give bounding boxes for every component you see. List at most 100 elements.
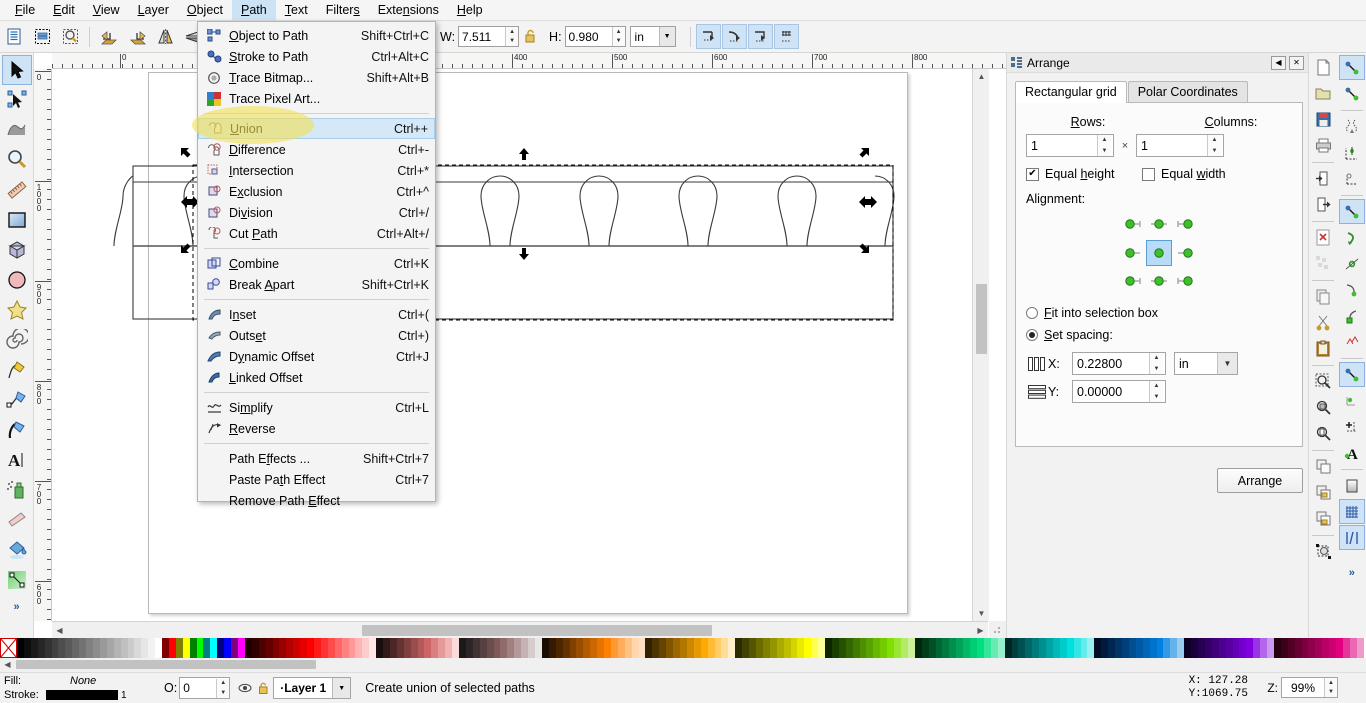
color-swatch[interactable] bbox=[286, 638, 294, 658]
color-swatch[interactable] bbox=[1329, 638, 1337, 658]
spray-objects-icon[interactable] bbox=[1339, 277, 1365, 302]
color-swatch[interactable] bbox=[362, 638, 370, 658]
color-swatch[interactable] bbox=[17, 638, 24, 658]
menu-edit[interactable]: Edit bbox=[44, 0, 84, 20]
columns-field[interactable]: ▲▼ bbox=[1136, 134, 1224, 157]
color-swatch[interactable] bbox=[1108, 638, 1116, 658]
color-swatch[interactable] bbox=[970, 638, 977, 658]
scroll-left-arrow[interactable]: ◀ bbox=[52, 623, 67, 638]
color-swatch[interactable] bbox=[721, 638, 729, 658]
menu-item-remove-path-effect[interactable]: Remove Path Effect bbox=[198, 490, 435, 511]
color-swatch[interactable] bbox=[652, 638, 660, 658]
color-swatch[interactable] bbox=[465, 638, 473, 658]
ungroup-icon[interactable] bbox=[1310, 506, 1336, 531]
color-swatch[interactable] bbox=[1032, 638, 1040, 658]
rows-spinner[interactable]: ▲ ▼ bbox=[1097, 135, 1111, 156]
color-swatch[interactable] bbox=[873, 638, 881, 658]
text-tool[interactable]: A bbox=[2, 445, 32, 475]
layer-lock-icon[interactable] bbox=[258, 682, 269, 695]
color-swatch[interactable] bbox=[997, 638, 1005, 658]
color-swatch[interactable] bbox=[1197, 638, 1205, 658]
align-top-left[interactable] bbox=[1120, 212, 1146, 238]
color-swatch[interactable] bbox=[86, 638, 93, 658]
zoom-input[interactable] bbox=[1282, 678, 1324, 697]
align-top-center[interactable] bbox=[1146, 212, 1172, 238]
color-swatch[interactable] bbox=[1184, 638, 1192, 658]
canvas-vertical-scrollbar[interactable]: ▲ ▼ bbox=[972, 69, 989, 621]
snap-paths-icon[interactable] bbox=[721, 24, 747, 49]
color-swatch[interactable] bbox=[541, 638, 549, 658]
color-swatch[interactable] bbox=[493, 638, 501, 658]
color-swatch[interactable] bbox=[1059, 638, 1067, 658]
color-swatch[interactable] bbox=[348, 638, 356, 658]
color-swatch[interactable] bbox=[265, 638, 273, 658]
paint-servers-icon[interactable] bbox=[1339, 329, 1365, 354]
color-swatch[interactable] bbox=[231, 638, 238, 658]
width-input[interactable] bbox=[459, 27, 506, 46]
color-swatch[interactable] bbox=[1225, 638, 1233, 658]
scroll-down-arrow[interactable]: ▼ bbox=[974, 606, 989, 621]
drawing-canvas[interactable] bbox=[53, 70, 1006, 621]
menu-item-path-effects[interactable]: Path Effects ... Shift+Ctrl+7 bbox=[198, 448, 435, 469]
color-swatch[interactable] bbox=[1211, 638, 1219, 658]
color-swatch[interactable] bbox=[742, 638, 750, 658]
spray-tool[interactable] bbox=[2, 475, 32, 505]
xml-editor-icon[interactable] bbox=[1339, 166, 1365, 191]
color-swatch[interactable] bbox=[852, 638, 860, 658]
tweak-tool[interactable] bbox=[2, 115, 32, 145]
color-swatch[interactable] bbox=[901, 638, 908, 658]
color-swatch[interactable] bbox=[327, 638, 335, 658]
color-swatch[interactable] bbox=[369, 638, 377, 658]
color-swatch[interactable] bbox=[680, 638, 687, 658]
color-swatch[interactable] bbox=[355, 638, 363, 658]
color-swatch[interactable] bbox=[866, 638, 874, 658]
objects-panel-icon[interactable] bbox=[1339, 414, 1365, 439]
pencil-tool[interactable] bbox=[2, 355, 32, 385]
color-swatch[interactable] bbox=[666, 638, 674, 658]
select-all-in-layers-icon[interactable] bbox=[29, 24, 55, 50]
cut-icon[interactable] bbox=[1310, 310, 1336, 335]
color-swatch[interactable] bbox=[72, 638, 80, 658]
path-dropdown-menu[interactable]: Object to Path Shift+Ctrl+C Stroke to Path… bbox=[197, 21, 436, 508]
color-swatch[interactable] bbox=[949, 638, 957, 658]
measure-tool[interactable] bbox=[2, 175, 32, 205]
color-swatch[interactable] bbox=[438, 638, 446, 658]
tab-polar-coordinates[interactable]: Polar Coordinates bbox=[1127, 81, 1248, 103]
color-swatch[interactable] bbox=[127, 638, 135, 658]
color-swatch[interactable] bbox=[1101, 638, 1109, 658]
color-swatch[interactable] bbox=[1204, 638, 1212, 658]
color-swatch[interactable] bbox=[313, 638, 321, 658]
close-icon[interactable]: ✕ bbox=[1289, 55, 1304, 70]
canvas-horizontal-scrollbar[interactable]: ◀ ▶ bbox=[52, 621, 988, 638]
menu-item-stroke-to-path[interactable]: Stroke to Path Ctrl+Alt+C bbox=[198, 46, 435, 67]
duplicate-icon[interactable] bbox=[1310, 454, 1336, 479]
color-swatch[interactable] bbox=[1087, 638, 1095, 658]
zoom-spinner[interactable]: ▲ ▼ bbox=[1324, 678, 1337, 697]
zoom-selection-icon[interactable] bbox=[1310, 369, 1336, 394]
eraser-tool[interactable] bbox=[2, 505, 32, 535]
color-swatch[interactable] bbox=[1356, 638, 1364, 658]
color-swatch[interactable] bbox=[707, 638, 715, 658]
zoom-page-icon[interactable] bbox=[1310, 421, 1336, 446]
color-swatch[interactable] bbox=[30, 638, 38, 658]
color-swatch[interactable] bbox=[424, 638, 432, 658]
layer-selector[interactable]: ·Layer 1 ▼ bbox=[273, 677, 352, 699]
palette-scrollbar[interactable]: ◀ bbox=[0, 658, 1366, 672]
color-swatch[interactable] bbox=[472, 638, 480, 658]
align-bottom-center[interactable] bbox=[1146, 268, 1172, 294]
color-swatch[interactable] bbox=[1260, 638, 1268, 658]
align-top-right[interactable] bbox=[1172, 212, 1198, 238]
menu-layer[interactable]: Layer bbox=[129, 0, 178, 20]
color-swatch[interactable] bbox=[210, 638, 218, 658]
rotate-90-cw-icon[interactable] bbox=[124, 24, 150, 50]
color-swatch[interactable] bbox=[693, 638, 701, 658]
color-swatch[interactable] bbox=[1156, 638, 1164, 658]
color-swatch[interactable] bbox=[1011, 638, 1019, 658]
color-swatch[interactable] bbox=[486, 638, 494, 658]
align-middle-center[interactable] bbox=[1146, 240, 1172, 266]
color-swatch[interactable] bbox=[686, 638, 694, 658]
object-properties-icon[interactable] bbox=[1310, 539, 1336, 564]
x-spacing-field[interactable]: ▲▼ bbox=[1072, 352, 1166, 375]
color-swatch[interactable] bbox=[500, 638, 508, 658]
color-swatch[interactable] bbox=[894, 638, 901, 658]
